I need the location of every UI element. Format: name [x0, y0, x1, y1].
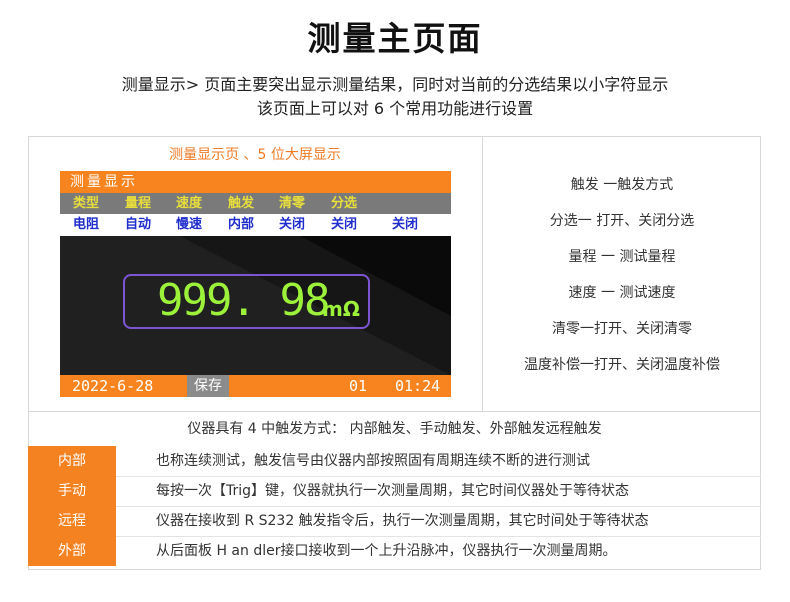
value-trigger[interactable]: 内部 [228, 214, 254, 236]
function-list: 触发 一触发方式 分选一 打开、关闭分选 量程 一 测试量程 速度 一 测试速度… [483, 136, 761, 412]
function-item-speed: 速度 一 测试速度 [568, 285, 676, 301]
page-title: 测量主页面 [307, 19, 483, 58]
page-subtitle-line1: 测量显示> 页面主要突出显示测量结果，同时对当前的分选结果以小字符显示 [121, 75, 669, 94]
function-item-trigger: 触发 一触发方式 [570, 177, 674, 193]
status-page-number: 01 [349, 377, 368, 395]
function-item-zero: 清零一打开、关闭清零 [552, 321, 692, 337]
header-trigger: 触发 [228, 196, 255, 211]
measurement-unit: mΩ [322, 297, 360, 321]
value-type[interactable]: 电阻 [73, 214, 99, 236]
function-item-temp-comp: 温度补偿一打开、关闭温度补偿 [524, 357, 720, 373]
trigger-description: 也称连续测试，触发信号由仪器内部按照固有周期连续不断的进行测试 [156, 453, 590, 469]
trigger-intro: 仪器具有 4 中触发方式： 内部触发、手动触发、外部触发远程触发 [187, 421, 602, 437]
value-temp-comp[interactable]: 关闭 [392, 214, 418, 236]
status-time: 01:24 [395, 377, 441, 395]
device-screen: 测量显示 类型 量程 速度 触发 清零 分选 电阻 自动 慢速 内部 关闭 关闭… [60, 171, 451, 397]
status-date: 2022-6-28 [72, 377, 154, 395]
header-speed: 速度 [176, 196, 203, 211]
trigger-description: 每按一次【Trig】键，仪器就执行一次测量周期，其它时间仪器处于等待状态 [156, 483, 630, 499]
page-subtitle-line2: 该页面上可以对 6 个常用功能进行设置 [256, 99, 534, 118]
function-item-range: 量程 一 测试量程 [568, 249, 676, 265]
save-button[interactable]: 保存 [187, 375, 229, 397]
setting-value-row: 电阻 自动 慢速 内部 关闭 关闭 关闭 [60, 214, 451, 236]
trigger-row-external: 外部 从后面板 H an dler接口接收到一个上升沿脉冲，仪器执行一次测量周期… [28, 536, 761, 566]
function-item-sort: 分选一 打开、关闭分选 [549, 213, 695, 229]
screen-caption: 测量显示页 、5 位大屏显示 [169, 147, 341, 163]
header-type: 类型 [73, 196, 100, 211]
trigger-label: 内部 [28, 446, 116, 476]
trigger-row-remote: 远程 仪器在接收到 R S232 触发指令后，执行一次测量周期，其它时间处于等待… [28, 506, 761, 536]
trigger-description: 从后面板 H an dler接口接收到一个上升沿脉冲，仪器执行一次测量周期。 [156, 543, 617, 559]
trigger-row-manual: 手动 每按一次【Trig】键，仪器就执行一次测量周期，其它时间仪器处于等待状态 [28, 476, 761, 506]
trigger-label: 远程 [28, 506, 116, 536]
header-range: 量程 [125, 196, 152, 211]
value-sort[interactable]: 关闭 [331, 214, 357, 236]
measurement-reading: 999. 98 [157, 275, 330, 326]
value-zero[interactable]: 关闭 [279, 214, 305, 236]
header-zero: 清零 [279, 196, 306, 211]
trigger-row-internal: 内部 也称连续测试，触发信号由仪器内部按照固有周期连续不断的进行测试 [28, 446, 761, 476]
setting-header-row: 类型 量程 速度 触发 清零 分选 [60, 193, 451, 214]
trigger-label: 外部 [28, 536, 116, 566]
screen-title: 测量显示 [60, 171, 451, 193]
status-bar: 2022-6-28 保存 01 01:24 [60, 375, 451, 397]
trigger-description: 仪器在接收到 R S232 触发指令后，执行一次测量周期，其它时间处于等待状态 [156, 513, 649, 529]
value-speed[interactable]: 慢速 [176, 214, 202, 236]
header-sort: 分选 [331, 196, 358, 211]
trigger-label: 手动 [28, 476, 116, 506]
value-range[interactable]: 自动 [125, 214, 151, 236]
